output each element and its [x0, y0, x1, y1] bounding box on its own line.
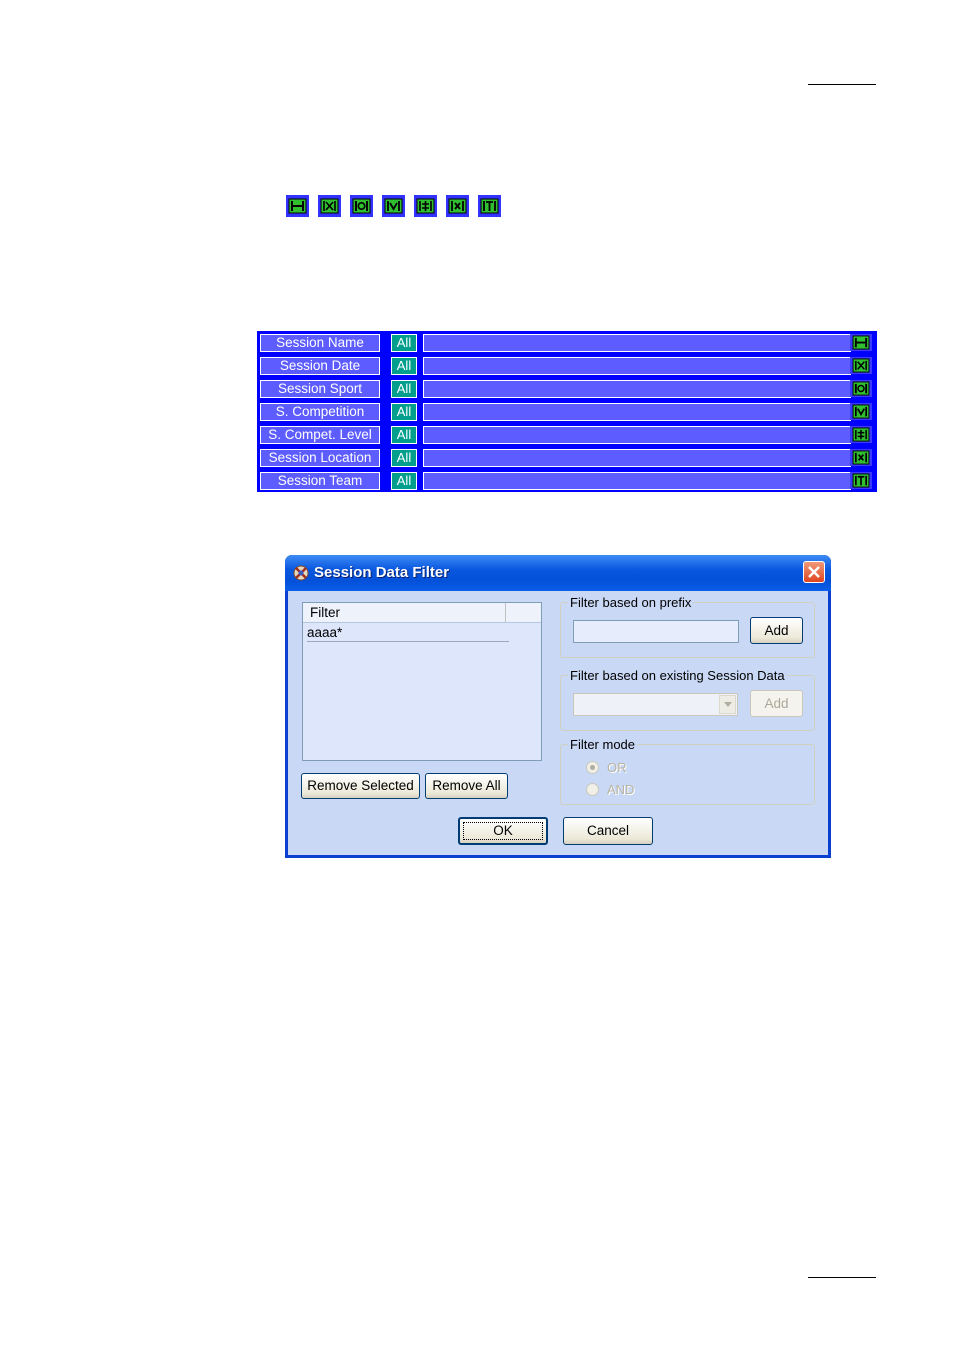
footer-rule — [808, 1277, 876, 1278]
session-row-label[interactable]: Session Date — [260, 357, 380, 375]
all-toggle[interactable]: All — [391, 380, 417, 398]
session-row-label[interactable]: Session Sport — [260, 380, 380, 398]
remove-all-button[interactable]: Remove All — [425, 773, 508, 799]
column-header-filter[interactable]: Filter — [303, 603, 506, 622]
existing-data-filter-group: Filter based on existing Session Data Ad… — [560, 668, 815, 731]
all-toggle[interactable]: All — [391, 449, 417, 467]
filter-icon-strip — [286, 195, 501, 217]
prefix-input[interactable] — [573, 620, 739, 643]
session-row-level: S. Compet. Level All — [258, 424, 876, 446]
cancel-button[interactable]: Cancel — [563, 817, 653, 845]
session-row-competition: S. Competition All — [258, 401, 876, 423]
filter-level-icon[interactable] — [414, 195, 437, 217]
filter-date-icon[interactable] — [318, 195, 341, 217]
session-row-label[interactable]: S. Compet. Level — [260, 426, 380, 444]
session-data-select[interactable] — [573, 693, 738, 716]
existing-group-label: Filter based on existing Session Data — [568, 668, 787, 683]
filter-list-header: Filter — [303, 603, 541, 623]
session-data-panel: Session Name All Session Date All Sessio… — [257, 331, 877, 492]
filter-competition-icon[interactable] — [382, 195, 405, 217]
session-row-date: Session Date All — [258, 355, 876, 377]
session-value-field[interactable] — [423, 403, 851, 421]
filter-team-icon[interactable] — [850, 472, 872, 489]
app-icon — [292, 564, 310, 582]
list-item[interactable]: aaaa* — [307, 625, 509, 642]
filter-name-icon[interactable] — [850, 334, 872, 351]
radio-button[interactable] — [586, 783, 599, 796]
mode-and-radio[interactable]: AND — [586, 782, 666, 798]
all-toggle[interactable]: All — [391, 357, 417, 375]
remove-selected-button[interactable]: Remove Selected — [301, 773, 420, 799]
session-value-field[interactable] — [423, 357, 851, 375]
close-icon — [808, 566, 820, 578]
session-value-field[interactable] — [423, 334, 851, 352]
session-row-location: Session Location All — [258, 447, 876, 469]
session-row-label[interactable]: S. Competition — [260, 403, 380, 421]
mode-and-label: AND — [607, 782, 635, 797]
filter-mode-label: Filter mode — [568, 737, 638, 752]
filter-list[interactable]: Filter aaaa* — [302, 602, 542, 761]
session-data-filter-dialog: Session Data Filter Filter aaaa* Remove … — [285, 555, 831, 858]
dialog-body: Filter aaaa* Remove Selected Remove All … — [288, 591, 828, 855]
mode-or-radio[interactable]: OR — [586, 760, 666, 776]
session-row-label[interactable]: Session Team — [260, 472, 380, 490]
session-value-field[interactable] — [423, 472, 851, 490]
mode-or-label: OR — [607, 760, 627, 775]
session-row-name: Session Name All — [258, 332, 876, 354]
all-toggle[interactable]: All — [391, 426, 417, 444]
session-row-label[interactable]: Session Location — [260, 449, 380, 467]
chevron-down-icon — [724, 702, 732, 707]
filter-mode-group: Filter mode OR AND — [560, 737, 815, 805]
all-toggle[interactable]: All — [391, 334, 417, 352]
radio-button[interactable] — [586, 761, 599, 774]
add-prefix-button[interactable]: Add — [750, 617, 803, 644]
session-row-sport: Session Sport All — [258, 378, 876, 400]
filter-sport-icon[interactable] — [350, 195, 373, 217]
filter-team-icon[interactable] — [478, 195, 501, 217]
filter-sport-icon[interactable] — [850, 380, 872, 397]
dialog-title: Session Data Filter — [314, 564, 450, 581]
filter-competition-icon[interactable] — [850, 403, 872, 420]
session-value-field[interactable] — [423, 426, 851, 444]
dropdown-button[interactable] — [719, 695, 736, 714]
filter-location-icon[interactable] — [446, 195, 469, 217]
filter-name-icon[interactable] — [286, 195, 309, 217]
filter-level-icon[interactable] — [850, 426, 872, 443]
prefix-group-label: Filter based on prefix — [568, 595, 694, 610]
add-existing-button[interactable]: Add — [750, 690, 803, 717]
filter-location-icon[interactable] — [850, 449, 872, 466]
ok-label: OK — [493, 823, 513, 838]
session-row-team: Session Team All — [258, 470, 876, 492]
filter-date-icon[interactable] — [850, 357, 872, 374]
all-toggle[interactable]: All — [391, 403, 417, 421]
prefix-filter-group: Filter based on prefix Add — [560, 595, 815, 658]
all-toggle[interactable]: All — [391, 472, 417, 490]
session-value-field[interactable] — [423, 380, 851, 398]
close-button[interactable] — [803, 561, 825, 583]
dialog-titlebar[interactable]: Session Data Filter — [285, 555, 831, 591]
session-row-label[interactable]: Session Name — [260, 334, 380, 352]
session-value-field[interactable] — [423, 449, 851, 467]
ok-button[interactable]: OK — [458, 817, 548, 845]
header-rule — [808, 84, 876, 85]
